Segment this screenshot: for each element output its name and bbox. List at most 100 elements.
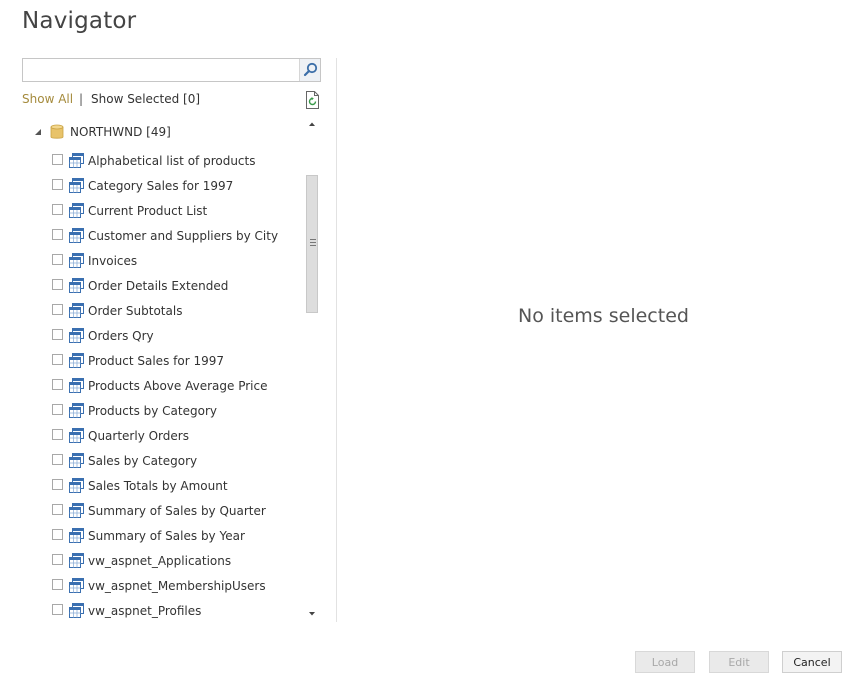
view-icon [69, 453, 84, 468]
tree-item[interactable]: Quarterly Orders [52, 423, 278, 448]
tree-item-label: vw_aspnet_MembershipUsers [88, 578, 266, 593]
tree-item-label: Sales by Category [88, 453, 198, 468]
item-checkbox[interactable] [52, 279, 63, 290]
item-checkbox[interactable] [52, 354, 63, 365]
show-all-link[interactable]: Show All [22, 92, 73, 106]
tree-item[interactable]: Summary of Sales by Year [52, 523, 278, 548]
item-checkbox[interactable] [52, 429, 63, 440]
tree-item[interactable]: Summary of Sales by Quarter [52, 498, 278, 523]
tree-item-label: Products by Category [88, 403, 217, 418]
item-checkbox[interactable] [52, 229, 63, 240]
item-checkbox[interactable] [52, 379, 63, 390]
item-checkbox[interactable] [52, 604, 63, 615]
tree-item[interactable]: Order Details Extended [52, 273, 278, 298]
tree-item[interactable]: Products Above Average Price [52, 373, 278, 398]
item-checkbox[interactable] [52, 404, 63, 415]
tree-item-label: Order Subtotals [88, 303, 183, 318]
search-input[interactable] [23, 59, 307, 81]
tree-item[interactable]: vw_aspnet_MembershipUsers [52, 573, 278, 598]
view-icon [69, 178, 84, 193]
tree-item[interactable]: Product Sales for 1997 [52, 348, 278, 373]
filter-separator: | [79, 92, 84, 106]
view-icon [69, 503, 84, 518]
search-button[interactable] [299, 59, 320, 81]
tree-item[interactable]: Sales Totals by Amount [52, 473, 278, 498]
tree-item[interactable]: vw_aspnet_Applications [52, 548, 278, 573]
item-checkbox[interactable] [52, 479, 63, 490]
view-icon [69, 378, 84, 393]
tree-item-label: Quarterly Orders [88, 428, 189, 443]
grip-icon [310, 239, 316, 246]
view-icon [69, 528, 84, 543]
item-checkbox[interactable] [52, 454, 63, 465]
cancel-button[interactable]: Cancel [782, 651, 842, 673]
database-icon [50, 124, 64, 139]
item-checkbox[interactable] [52, 254, 63, 265]
tree-scrollbar[interactable] [304, 116, 320, 622]
view-icon [69, 328, 84, 343]
preview-empty-message: No items selected [518, 305, 689, 327]
tree-item[interactable]: Customer and Suppliers by City [52, 223, 278, 248]
panel-divider [336, 58, 337, 622]
show-selected-link[interactable]: Show Selected [0] [91, 92, 200, 106]
search-icon [303, 62, 318, 77]
scroll-thumb[interactable] [306, 175, 318, 313]
view-icon [69, 403, 84, 418]
view-icon [69, 553, 84, 568]
tree-item-label: Category Sales for 1997 [88, 178, 234, 193]
tree-item-label: Orders Qry [88, 328, 154, 343]
scroll-up-arrow-icon[interactable] [304, 116, 320, 132]
item-checkbox[interactable] [52, 204, 63, 215]
scroll-down-arrow-icon[interactable] [304, 606, 320, 622]
tree-item-label: Products Above Average Price [88, 378, 268, 393]
tree-item[interactable]: Category Sales for 1997 [52, 173, 278, 198]
view-icon [69, 203, 84, 218]
view-icon [69, 253, 84, 268]
item-checkbox[interactable] [52, 579, 63, 590]
tree-item[interactable]: Invoices [52, 248, 278, 273]
item-checkbox[interactable] [52, 304, 63, 315]
page-title: Navigator [22, 8, 137, 34]
view-icon [69, 578, 84, 593]
view-icon [69, 353, 84, 368]
tree-item-list: Alphabetical list of products Category Sa… [52, 148, 278, 622]
refresh-icon[interactable] [305, 91, 321, 109]
item-checkbox[interactable] [52, 504, 63, 515]
tree-item-label: Invoices [88, 253, 138, 268]
collapse-arrow-icon[interactable] [32, 126, 44, 138]
tree-root-node[interactable]: NORTHWND [49] [32, 123, 171, 141]
tree-item[interactable]: vw_aspnet_Profiles [52, 598, 278, 622]
view-icon [69, 228, 84, 243]
tree-item[interactable]: Sales by Category [52, 448, 278, 473]
edit-button[interactable]: Edit [709, 651, 769, 673]
item-checkbox[interactable] [52, 529, 63, 540]
tree-item-label: Summary of Sales by Year [88, 528, 245, 543]
item-checkbox[interactable] [52, 154, 63, 165]
tree-item-label: vw_aspnet_Profiles [88, 603, 202, 618]
load-button[interactable]: Load [635, 651, 695, 673]
item-checkbox[interactable] [52, 329, 63, 340]
tree-item[interactable]: Alphabetical list of products [52, 148, 278, 173]
view-icon [69, 603, 84, 618]
search-box [22, 58, 321, 82]
view-icon [69, 153, 84, 168]
filter-row: Show All | Show Selected [0] [22, 91, 322, 109]
tree-item-label: Sales Totals by Amount [88, 478, 228, 493]
item-checkbox[interactable] [52, 554, 63, 565]
tree-item[interactable]: Order Subtotals [52, 298, 278, 323]
view-icon [69, 303, 84, 318]
view-icon [69, 478, 84, 493]
view-icon [69, 428, 84, 443]
tree-item[interactable]: Orders Qry [52, 323, 278, 348]
tree-item-label: Product Sales for 1997 [88, 353, 224, 368]
tree-item-label: Current Product List [88, 203, 208, 218]
tree-item-label: Alphabetical list of products [88, 153, 256, 168]
tree-item[interactable]: Current Product List [52, 198, 278, 223]
navigator-tree: NORTHWND [49] Alphabetical list of produ… [22, 116, 322, 622]
tree-item-label: vw_aspnet_Applications [88, 553, 232, 568]
tree-item-label: Order Details Extended [88, 278, 229, 293]
tree-root-label: NORTHWND [49] [70, 125, 171, 139]
view-icon [69, 278, 84, 293]
tree-item[interactable]: Products by Category [52, 398, 278, 423]
item-checkbox[interactable] [52, 179, 63, 190]
